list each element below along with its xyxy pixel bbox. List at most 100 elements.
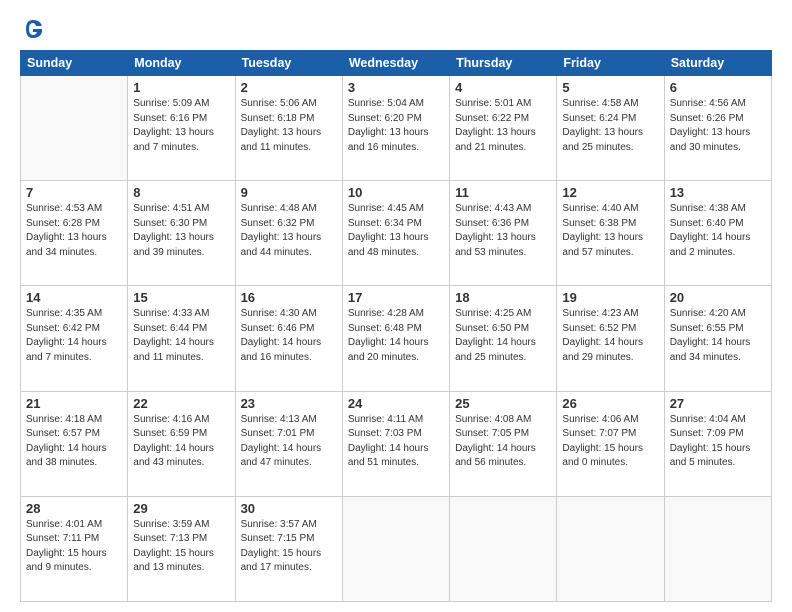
cell-info: Sunrise: 4:13 AMSunset: 7:01 PMDaylight:… [241,413,337,471]
cell-info: Sunrise: 4:06 AMSunset: 7:07 PMDaylight:… [562,413,658,471]
cell-day-number: 4 [455,80,551,95]
cell-info: Sunrise: 4:01 AMSunset: 7:11 PMDaylight:… [26,518,122,576]
cell-day-number: 12 [562,185,658,200]
cell-day-number: 14 [26,290,122,305]
calendar-cell: 10 Sunrise: 4:45 AMSunset: 6:34 PMDayligh… [342,181,449,286]
cell-day-number: 2 [241,80,337,95]
cell-day-number: 8 [133,185,229,200]
calendar-cell: 5 Sunrise: 4:58 AMSunset: 6:24 PMDaylight… [557,76,664,181]
cell-info: Sunrise: 4:18 AMSunset: 6:57 PMDaylight:… [26,413,122,471]
cell-info: Sunrise: 5:09 AMSunset: 6:16 PMDaylight:… [133,97,229,155]
calendar-cell [664,496,771,601]
header [20,18,772,40]
cell-info: Sunrise: 4:28 AMSunset: 6:48 PMDaylight:… [348,307,444,365]
cell-info: Sunrise: 4:51 AMSunset: 6:30 PMDaylight:… [133,202,229,260]
week-row-5: 28 Sunrise: 4:01 AMSunset: 7:11 PMDayligh… [21,496,772,601]
col-header-sunday: Sunday [21,51,128,76]
col-header-wednesday: Wednesday [342,51,449,76]
calendar-cell: 25 Sunrise: 4:08 AMSunset: 7:05 PMDayligh… [450,391,557,496]
calendar-cell: 13 Sunrise: 4:38 AMSunset: 6:40 PMDayligh… [664,181,771,286]
calendar-cell: 27Sunrise: 4:04 AMSunset: 7:09 PMDayligh… [664,391,771,496]
col-header-friday: Friday [557,51,664,76]
cell-info: Sunrise: 4:11 AMSunset: 7:03 PMDaylight:… [348,413,444,471]
col-header-monday: Monday [128,51,235,76]
cell-info: Sunrise: 3:57 AMSunset: 7:15 PMDaylight:… [241,518,337,576]
week-row-3: 14Sunrise: 4:35 AMSunset: 6:42 PMDayligh… [21,286,772,391]
cell-day-number: 10 [348,185,444,200]
page: SundayMondayTuesdayWednesdayThursdayFrid… [0,0,792,612]
calendar-cell: 20Sunrise: 4:20 AMSunset: 6:55 PMDayligh… [664,286,771,391]
calendar-cell [342,496,449,601]
calendar-cell: 18 Sunrise: 4:25 AMSunset: 6:50 PMDayligh… [450,286,557,391]
calendar-cell: 19 Sunrise: 4:23 AMSunset: 6:52 PMDayligh… [557,286,664,391]
calendar-cell: 16 Sunrise: 4:30 AMSunset: 6:46 PMDayligh… [235,286,342,391]
calendar-cell [557,496,664,601]
col-header-tuesday: Tuesday [235,51,342,76]
cell-day-number: 5 [562,80,658,95]
calendar-cell: 1 Sunrise: 5:09 AMSunset: 6:16 PMDaylight… [128,76,235,181]
cell-info: Sunrise: 4:38 AMSunset: 6:40 PMDaylight:… [670,202,766,260]
cell-day-number: 28 [26,501,122,516]
cell-info: Sunrise: 4:25 AMSunset: 6:50 PMDaylight:… [455,307,551,365]
cell-info: Sunrise: 4:33 AMSunset: 6:44 PMDaylight:… [133,307,229,365]
cell-day-number: 22 [133,396,229,411]
cell-day-number: 21 [26,396,122,411]
calendar-cell: 17 Sunrise: 4:28 AMSunset: 6:48 PMDayligh… [342,286,449,391]
cell-info: Sunrise: 4:23 AMSunset: 6:52 PMDaylight:… [562,307,658,365]
calendar-cell: 23Sunrise: 4:13 AMSunset: 7:01 PMDayligh… [235,391,342,496]
week-row-2: 7Sunrise: 4:53 AMSunset: 6:28 PMDaylight… [21,181,772,286]
cell-info: Sunrise: 5:06 AMSunset: 6:18 PMDaylight:… [241,97,337,155]
cell-day-number: 15 [133,290,229,305]
cell-info: Sunrise: 4:48 AMSunset: 6:32 PMDaylight:… [241,202,337,260]
cell-day-number: 3 [348,80,444,95]
calendar-cell: 14Sunrise: 4:35 AMSunset: 6:42 PMDayligh… [21,286,128,391]
calendar-cell: 28 Sunrise: 4:01 AMSunset: 7:11 PMDayligh… [21,496,128,601]
week-row-1: 1 Sunrise: 5:09 AMSunset: 6:16 PMDaylight… [21,76,772,181]
cell-info: Sunrise: 4:40 AMSunset: 6:38 PMDaylight:… [562,202,658,260]
cell-day-number: 1 [133,80,229,95]
calendar-cell: 30 Sunrise: 3:57 AMSunset: 7:15 PMDayligh… [235,496,342,601]
cell-info: Sunrise: 5:04 AMSunset: 6:20 PMDaylight:… [348,97,444,155]
calendar-header-row: SundayMondayTuesdayWednesdayThursdayFrid… [21,51,772,76]
calendar-cell: 29Sunrise: 3:59 AMSunset: 7:13 PMDayligh… [128,496,235,601]
cell-info: Sunrise: 4:56 AMSunset: 6:26 PMDaylight:… [670,97,766,155]
calendar-cell: 8 Sunrise: 4:51 AMSunset: 6:30 PMDaylight… [128,181,235,286]
cell-info: Sunrise: 5:01 AMSunset: 6:22 PMDaylight:… [455,97,551,155]
cell-day-number: 16 [241,290,337,305]
calendar-cell: 9Sunrise: 4:48 AMSunset: 6:32 PMDaylight… [235,181,342,286]
cell-info: Sunrise: 4:43 AMSunset: 6:36 PMDaylight:… [455,202,551,260]
cell-info: Sunrise: 3:59 AMSunset: 7:13 PMDaylight:… [133,518,229,576]
cell-day-number: 26 [562,396,658,411]
calendar-cell: 26 Sunrise: 4:06 AMSunset: 7:07 PMDayligh… [557,391,664,496]
calendar-cell: 4 Sunrise: 5:01 AMSunset: 6:22 PMDaylight… [450,76,557,181]
col-header-thursday: Thursday [450,51,557,76]
cell-day-number: 13 [670,185,766,200]
cell-info: Sunrise: 4:08 AMSunset: 7:05 PMDaylight:… [455,413,551,471]
cell-day-number: 18 [455,290,551,305]
calendar-cell: 3 Sunrise: 5:04 AMSunset: 6:20 PMDaylight… [342,76,449,181]
week-row-4: 21 Sunrise: 4:18 AMSunset: 6:57 PMDayligh… [21,391,772,496]
cell-day-number: 17 [348,290,444,305]
cell-day-number: 30 [241,501,337,516]
cell-info: Sunrise: 4:45 AMSunset: 6:34 PMDaylight:… [348,202,444,260]
calendar-cell: 22 Sunrise: 4:16 AMSunset: 6:59 PMDayligh… [128,391,235,496]
cell-day-number: 25 [455,396,551,411]
cell-day-number: 19 [562,290,658,305]
logo [20,18,44,40]
calendar-cell: 12 Sunrise: 4:40 AMSunset: 6:38 PMDayligh… [557,181,664,286]
logo-icon [22,18,44,40]
calendar-cell: 15 Sunrise: 4:33 AMSunset: 6:44 PMDayligh… [128,286,235,391]
calendar-cell: 24Sunrise: 4:11 AMSunset: 7:03 PMDayligh… [342,391,449,496]
calendar-cell: 7Sunrise: 4:53 AMSunset: 6:28 PMDaylight… [21,181,128,286]
cell-day-number: 20 [670,290,766,305]
calendar-cell: 21 Sunrise: 4:18 AMSunset: 6:57 PMDayligh… [21,391,128,496]
cell-day-number: 6 [670,80,766,95]
cell-info: Sunrise: 4:58 AMSunset: 6:24 PMDaylight:… [562,97,658,155]
col-header-saturday: Saturday [664,51,771,76]
cell-info: Sunrise: 4:30 AMSunset: 6:46 PMDaylight:… [241,307,337,365]
cell-day-number: 27 [670,396,766,411]
calendar-cell: 2 Sunrise: 5:06 AMSunset: 6:18 PMDaylight… [235,76,342,181]
calendar-cell: 6 Sunrise: 4:56 AMSunset: 6:26 PMDaylight… [664,76,771,181]
cell-info: Sunrise: 4:16 AMSunset: 6:59 PMDaylight:… [133,413,229,471]
calendar-cell [450,496,557,601]
